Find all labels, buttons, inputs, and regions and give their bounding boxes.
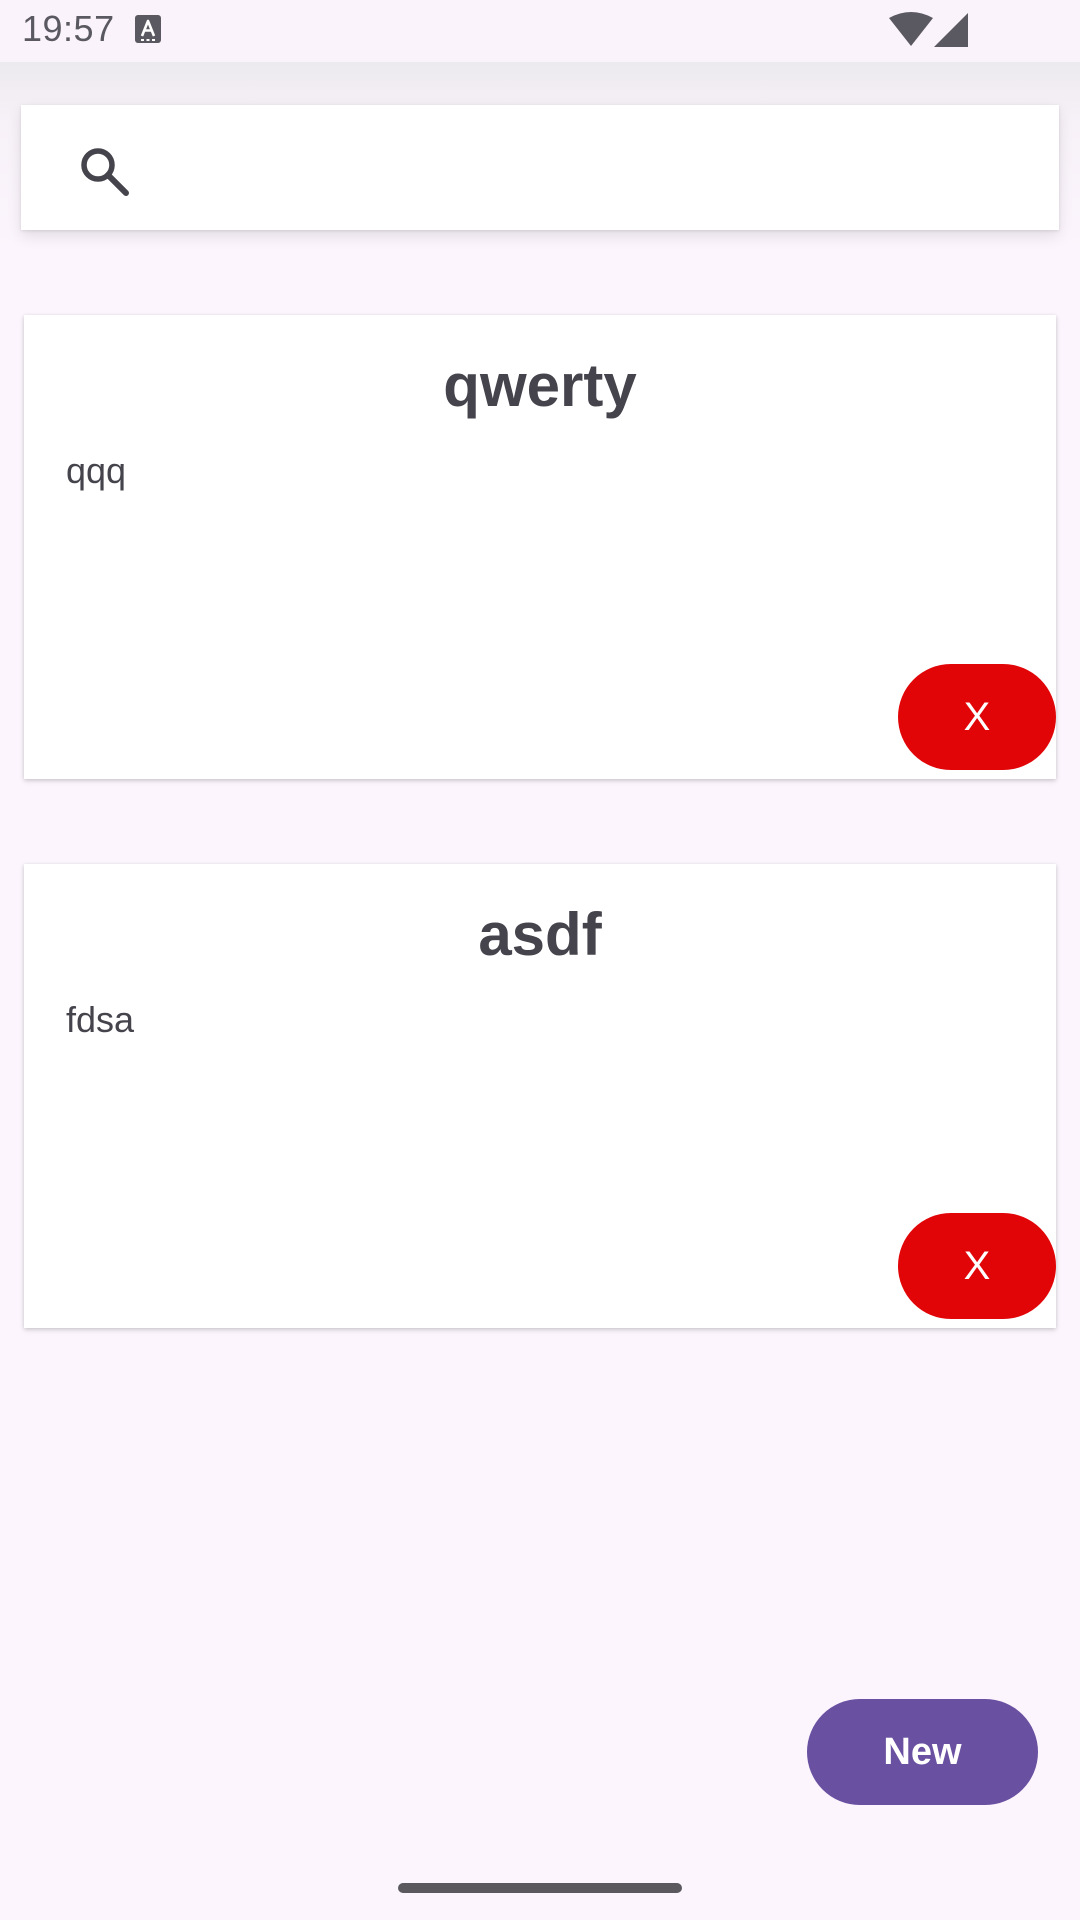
new-note-button[interactable]: New [807, 1699, 1038, 1805]
keyboard-a-icon [135, 15, 161, 43]
status-bar: 19:57 [0, 0, 1080, 62]
note-body: qqq [66, 450, 127, 491]
note-title: asdf [478, 901, 602, 968]
search-icon[interactable] [78, 145, 132, 199]
status-time: 19:57 [22, 8, 115, 49]
note-card[interactable]: qwerty qqq X [24, 315, 1056, 779]
note-title: qwerty [443, 352, 637, 419]
cell-signal-icon [934, 13, 968, 47]
note-body: fdsa [66, 999, 135, 1040]
search-bar[interactable] [21, 105, 1059, 230]
wifi-icon [889, 12, 933, 46]
search-input[interactable] [151, 129, 1035, 207]
delete-note-button[interactable]: X [898, 664, 1056, 770]
delete-note-button[interactable]: X [898, 1213, 1056, 1319]
gesture-nav-handle[interactable] [398, 1883, 682, 1893]
note-card[interactable]: asdf fdsa X [24, 864, 1056, 1328]
